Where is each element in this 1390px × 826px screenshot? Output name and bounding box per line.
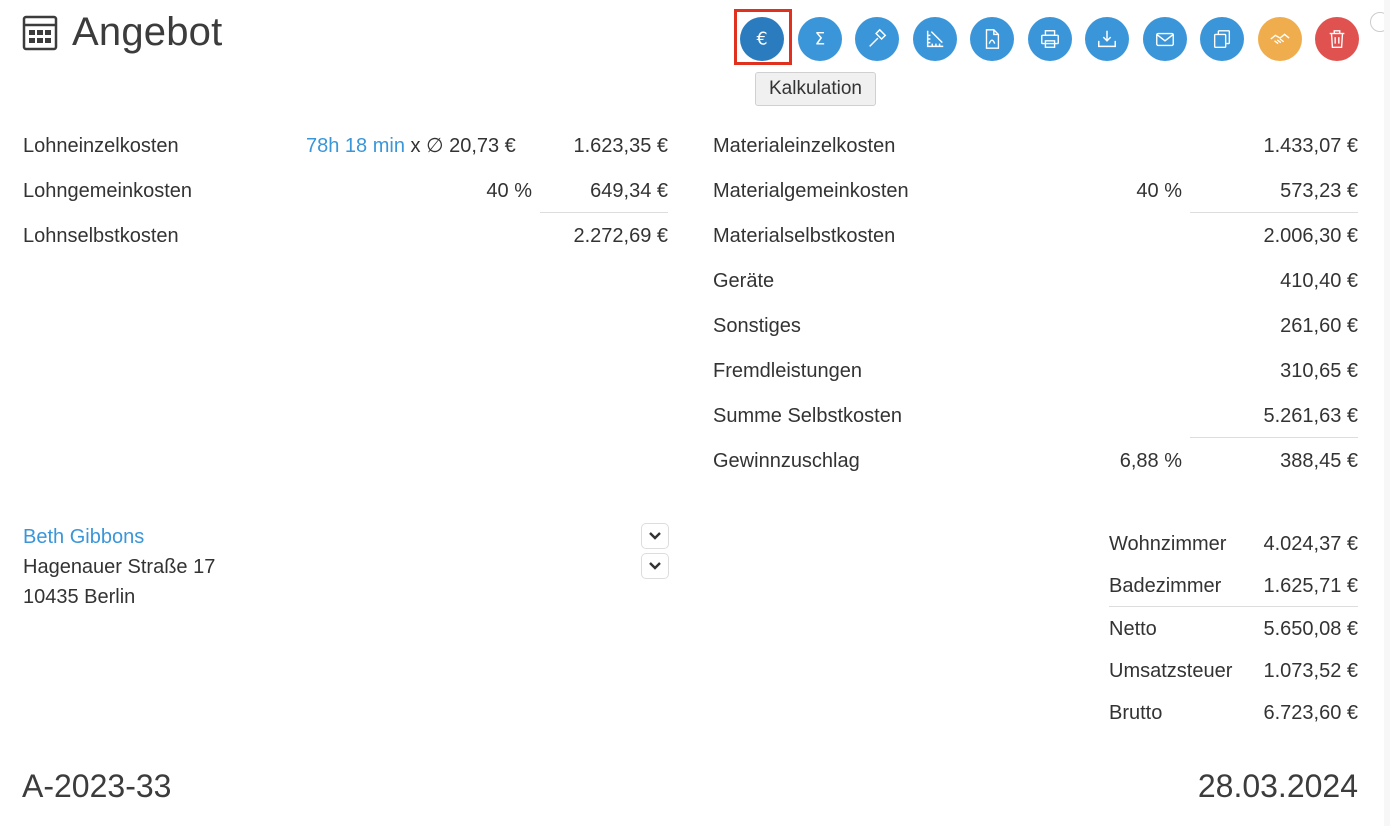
handshake-icon: [1269, 33, 1290, 45]
page-title: Angebot: [72, 10, 223, 54]
offer-date: 28.03.2024: [1197, 768, 1358, 804]
pdf-icon: [985, 29, 1000, 49]
badezimmer-label: Badezimmer: [1109, 575, 1222, 597]
customer-city: 10435 Berlin: [23, 586, 136, 608]
divider: [540, 212, 668, 213]
email-button[interactable]: [1142, 17, 1187, 61]
trash-icon: [1329, 30, 1345, 48]
materialeinzelkosten-value: 1.433,07 €: [1263, 135, 1358, 157]
sum-button[interactable]: Σ: [797, 17, 842, 61]
tools-button[interactable]: [855, 17, 899, 61]
badezimmer-value: 1.625,71 €: [1263, 575, 1358, 597]
sonstiges-label: Sonstiges: [713, 315, 801, 337]
umsatzsteuer-value: 1.073,52 €: [1263, 660, 1358, 682]
brutto-label: Brutto: [1109, 702, 1163, 724]
materialselbstkosten-label: Materialselbstkosten: [713, 225, 896, 247]
materialselbstkosten-value: 2.006,30 €: [1263, 225, 1358, 247]
envelope-icon: [1155, 32, 1174, 47]
copy-icon: [1213, 30, 1231, 48]
printer-icon: [1040, 30, 1059, 48]
sigma-icon: Σ: [814, 30, 824, 49]
gewinnzuschlag-label: Gewinnzuschlag: [713, 450, 860, 472]
summe-selbstkosten-value: 5.261,63 €: [1263, 405, 1358, 427]
brutto-value: 6.723,60 €: [1263, 702, 1358, 724]
summe-selbstkosten-label: Summe Selbstkosten: [713, 405, 902, 427]
sonstiges-value: 261,60 €: [1280, 315, 1358, 337]
chevron-down-icon: [649, 532, 661, 540]
lohnselbstkosten-label: Lohnselbstkosten: [23, 225, 179, 247]
measure-button[interactable]: [912, 17, 957, 61]
tooltip: Kalkulation: [755, 72, 876, 106]
offer-number: A-2023-33: [22, 768, 172, 804]
materialgemeinkosten-label: Materialgemeinkosten: [713, 180, 909, 202]
pdf-button[interactable]: [970, 17, 1014, 61]
fremdleistungen-label: Fremdleistungen: [713, 360, 862, 382]
calculator-icon: [22, 15, 58, 51]
materialeinzelkosten-label: Materialeinzelkosten: [713, 135, 896, 157]
customer-street: Hagenauer Straße 17: [23, 556, 216, 578]
download-icon: [1098, 30, 1116, 48]
geraete-value: 410,40 €: [1280, 270, 1358, 292]
hammer-icon: [869, 28, 887, 47]
svg-text:Σ: Σ: [814, 30, 824, 49]
labor-time[interactable]: 78h 18 min: [306, 135, 405, 157]
netto-value: 5.650,08 €: [1263, 618, 1358, 640]
lohngemeinkosten-percent: 40 %: [486, 180, 532, 202]
labor-rate: x ∅ 20,73 €: [410, 135, 516, 157]
wohnzimmer-label: Wohnzimmer: [1109, 533, 1227, 555]
selection-highlight: [734, 9, 792, 65]
lohneinzelkosten-label: Lohneinzelkosten: [23, 135, 179, 157]
divider: [1190, 212, 1358, 213]
download-button[interactable]: [1085, 17, 1129, 61]
labor-time-link: 78h 18 min x ∅ 20,73 €: [306, 131, 516, 161]
customer-name-link[interactable]: Beth Gibbons: [23, 522, 144, 552]
netto-label: Netto: [1109, 618, 1157, 640]
geraete-label: Geräte: [713, 270, 775, 292]
umsatzsteuer-label: Umsatzsteuer: [1109, 660, 1233, 682]
ruler-icon: [926, 30, 943, 48]
copy-button[interactable]: [1200, 17, 1244, 61]
accept-button[interactable]: [1257, 17, 1302, 61]
lohnselbstkosten-value: 2.272,69 €: [573, 225, 668, 247]
action-toolbar: € Σ: [740, 17, 1359, 61]
wohnzimmer-value: 4.024,37 €: [1263, 533, 1358, 555]
expand-name-button[interactable]: [641, 523, 669, 549]
delete-button[interactable]: [1315, 17, 1359, 61]
scrollbar[interactable]: [1384, 0, 1390, 826]
materialgemeinkosten-value: 573,23 €: [1280, 180, 1358, 202]
lohngemeinkosten-label: Lohngemeinkosten: [23, 180, 193, 202]
page-header: Angebot: [22, 10, 222, 55]
gewinnzuschlag-percent: 6,88 %: [1119, 450, 1182, 472]
lohneinzelkosten-value: 1.623,35 €: [573, 135, 668, 157]
divider: [1190, 437, 1358, 438]
divider: [1109, 606, 1358, 607]
lohngemeinkosten-value: 649,34 €: [590, 180, 668, 202]
gewinnzuschlag-value: 388,45 €: [1280, 450, 1358, 472]
print-button[interactable]: [1027, 17, 1072, 61]
fremdleistungen-value: 310,65 €: [1280, 360, 1358, 382]
materialgemeinkosten-percent: 40 %: [1136, 180, 1182, 202]
chevron-down-icon: [649, 562, 661, 570]
expand-address-button[interactable]: [641, 553, 669, 579]
